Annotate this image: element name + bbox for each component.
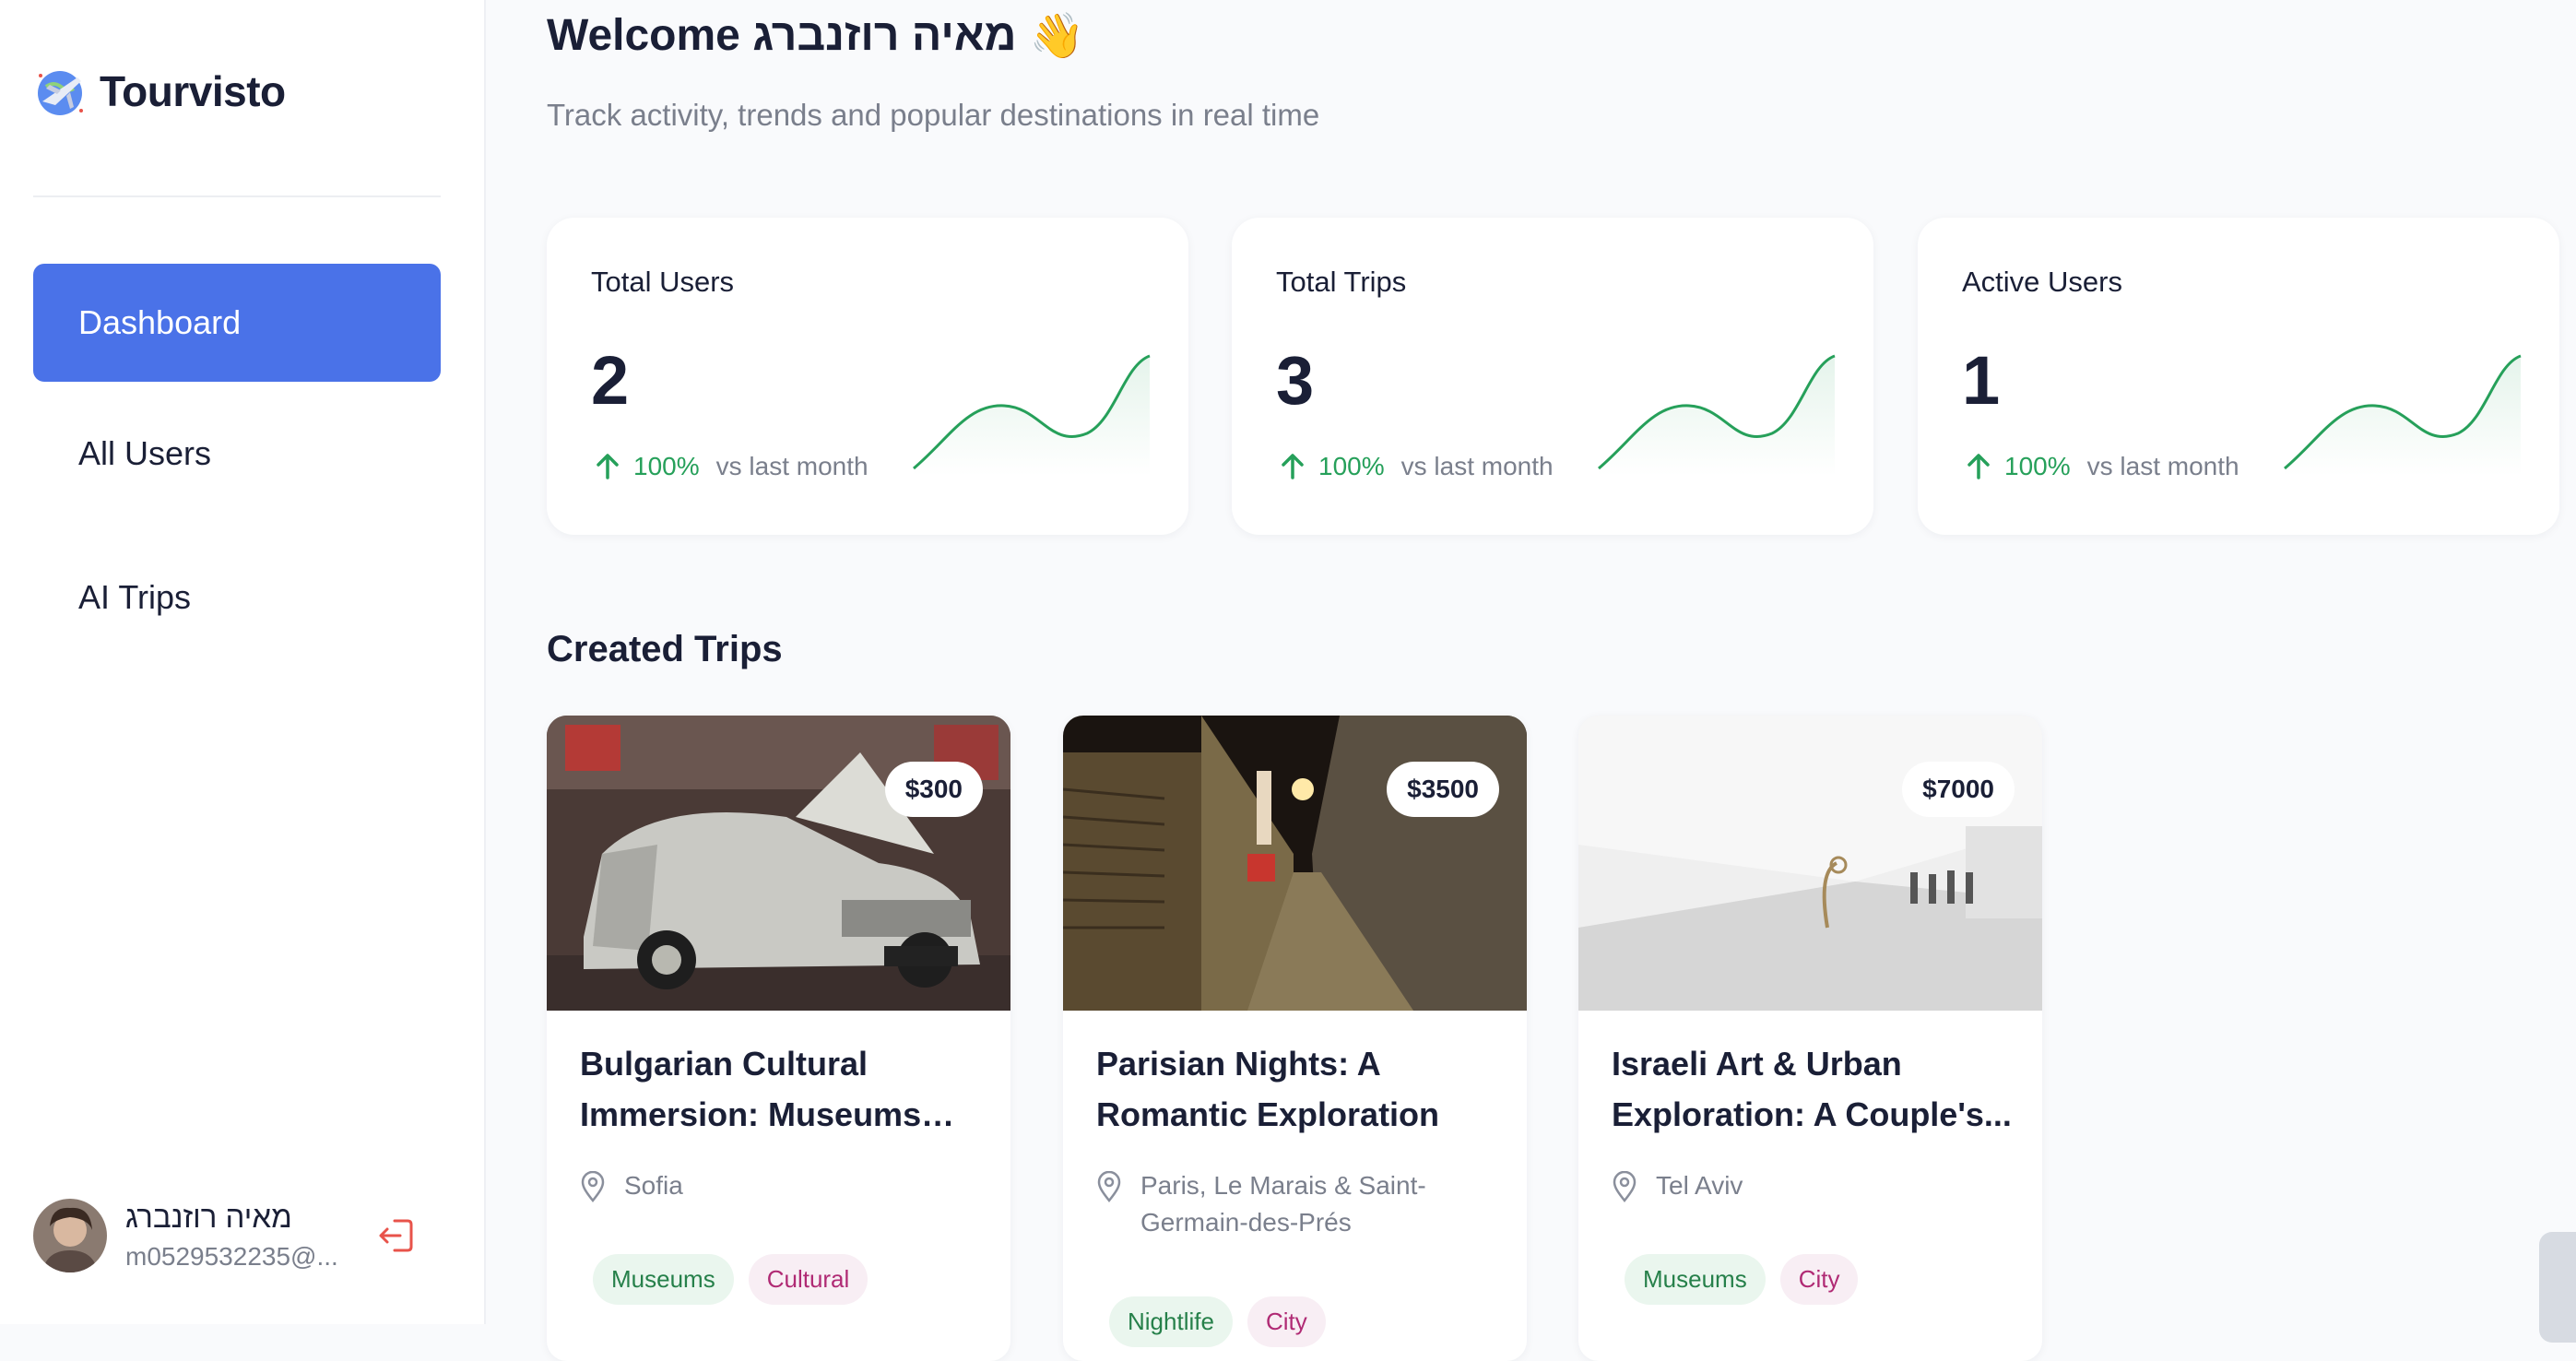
trip-tags: Nightlife City (1109, 1296, 1326, 1347)
location-pin-icon (1613, 1171, 1637, 1202)
trip-image: $7000 (1578, 716, 2042, 1011)
nav-label: AI Trips (78, 578, 192, 616)
location-pin-icon (1097, 1171, 1121, 1202)
trip-location: Sofia (580, 1167, 967, 1204)
stat-card-total-trips: Total Trips 3 100% vs last month (1232, 218, 1873, 535)
page-title: Welcome מאיה רוזנברג 👋 (547, 9, 1084, 62)
price-badge: $3500 (1387, 762, 1499, 817)
trip-location: Tel Aviv (1612, 1167, 1999, 1204)
trip-card[interactable]: $3500 Parisian Nights: A Romantic Explor… (1063, 716, 1527, 1361)
trip-location-text: Paris, Le Marais & Saint-Germain-des-Pré… (1140, 1171, 1426, 1237)
nav-item-ai-trips[interactable]: AI Trips (33, 526, 441, 669)
trend-sparkline (2284, 354, 2522, 476)
trip-image: $3500 (1063, 716, 1527, 1011)
price-badge: $300 (884, 762, 983, 817)
sidebar-nav: Dashboard All Users AI Trips (33, 264, 441, 695)
trend-sparkline (913, 354, 1151, 476)
stat-value: 3 (1276, 342, 1315, 419)
stat-change-percent: 100% (633, 452, 700, 480)
user-name: מאיה רוזנברג (125, 1200, 292, 1234)
brand-name: Tourvisto (100, 67, 286, 115)
trip-location: Paris, Le Marais & Saint-Germain-des-Pré… (1096, 1167, 1483, 1241)
welcome-text: Welcome מאיה רוזנברג (547, 11, 1017, 60)
wave-icon: 👋 (1029, 12, 1085, 61)
chat-widget-button[interactable] (2539, 1232, 2576, 1343)
stat-title: Total Users (591, 266, 735, 298)
trip-tags: Museums City (1625, 1254, 1859, 1305)
stat-value: 1 (1962, 342, 2001, 419)
nav-label: All Users (78, 434, 212, 472)
brand-logo[interactable]: Tourvisto (33, 65, 286, 118)
stat-value: 2 (591, 342, 630, 419)
stat-change: 100% vs last month (1962, 450, 2239, 483)
airplane-globe-icon (38, 71, 83, 115)
trip-title: Parisian Nights: A Romantic Exploration (1096, 1045, 1440, 1133)
stat-title: Total Trips (1276, 266, 1407, 298)
nav-item-dashboard[interactable]: Dashboard (33, 264, 441, 382)
location-pin-icon (581, 1171, 605, 1202)
trip-title: Israeli Art & Urban Exploration: A Coupl… (1612, 1045, 2012, 1133)
arrow-up-icon (1282, 454, 1304, 479)
stat-change-percent: 100% (1318, 452, 1385, 480)
user-email: m0529532235@... (125, 1242, 338, 1271)
stat-title: Active Users (1962, 266, 2122, 298)
logout-icon[interactable] (374, 1213, 419, 1258)
tag: City (1247, 1296, 1326, 1347)
divider (33, 195, 441, 197)
trip-image: $300 (547, 716, 1010, 1011)
section-title: Created Trips (547, 629, 783, 669)
user-info: מאיה רוזנברג m0529532235@... (125, 1200, 347, 1272)
nav-label: Dashboard (78, 303, 242, 341)
arrow-up-icon (597, 454, 619, 479)
avatar (33, 1199, 107, 1272)
user-profile: מאיה רוזנברג m0529532235@... (33, 1197, 457, 1274)
trip-location-text: Tel Aviv (1656, 1171, 1743, 1200)
tag: City (1779, 1254, 1859, 1305)
sidebar: Tourvisto Dashboard All Users AI Trips מ… (0, 0, 486, 1324)
tag: Museums (593, 1254, 734, 1305)
stat-change-label: vs last month (1400, 452, 1554, 480)
stat-change-label: vs last month (715, 452, 869, 480)
page-subtitle: Track activity, trends and popular desti… (547, 98, 1320, 132)
stat-card-total-users: Total Users 2 100% vs last month (547, 218, 1188, 535)
stat-change-percent: 100% (2004, 452, 2071, 480)
tag: Museums (1625, 1254, 1766, 1305)
trip-location-text: Sofia (624, 1171, 683, 1200)
trip-card[interactable]: $7000 Israeli Art & Urban Exploration: A… (1578, 716, 2042, 1361)
stat-change: 100% vs last month (1276, 450, 1554, 483)
tag: Cultural (748, 1254, 869, 1305)
nav-item-all-users[interactable]: All Users (33, 382, 441, 526)
stat-change-label: vs last month (2086, 452, 2239, 480)
trend-sparkline (1598, 354, 1836, 476)
stat-change: 100% vs last month (591, 450, 869, 483)
stat-card-active-users: Active Users 1 100% vs last month (1918, 218, 2559, 535)
price-badge: $7000 (1902, 762, 2015, 817)
trip-card[interactable]: $300 Bulgarian Cultural Immersion: Museu… (547, 716, 1010, 1361)
trip-title: Bulgarian Cultural Immersion: Museums an… (580, 1045, 922, 1133)
arrow-up-icon (1967, 454, 1990, 479)
trip-tags: Museums Cultural (593, 1254, 869, 1305)
tag: Nightlife (1109, 1296, 1233, 1347)
